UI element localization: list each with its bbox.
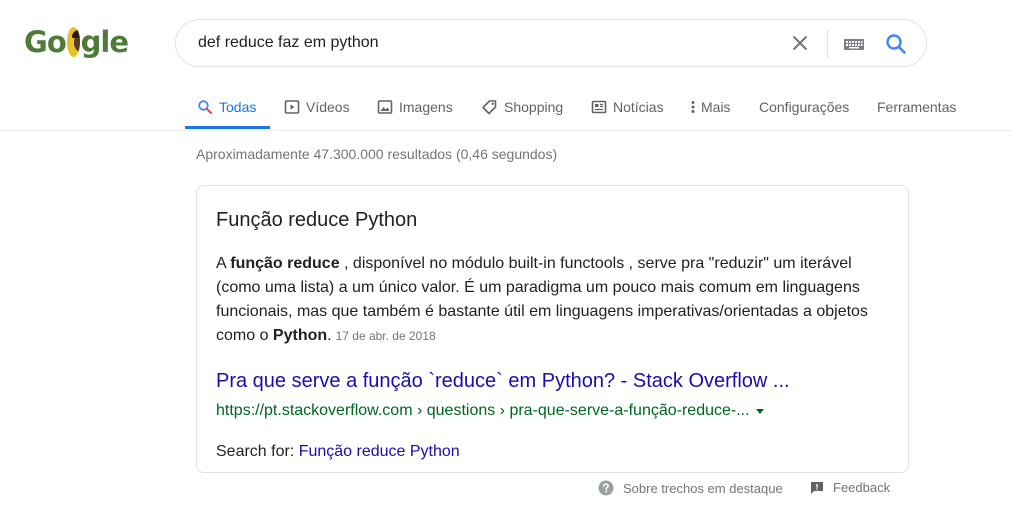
tab-tools[interactable]: Ferramentas xyxy=(877,86,956,128)
tab-label: Imagens xyxy=(399,99,453,115)
search-button[interactable] xyxy=(883,31,909,57)
tab-label: Configurações xyxy=(759,99,850,115)
virtual-keyboard-button[interactable] xyxy=(842,34,866,54)
snippet-bold-text: função reduce xyxy=(230,255,340,272)
search-for: Search for: Função reduce Python xyxy=(216,443,460,461)
result-url-text: https://pt.stackoverflow.com › questions… xyxy=(216,402,750,419)
feedback-label: Feedback xyxy=(833,480,891,495)
help-icon xyxy=(598,480,614,496)
featured-snippet: Função reduce Python A função reduce , d… xyxy=(196,185,909,473)
search-icon xyxy=(886,34,906,54)
search-for-link[interactable]: Função reduce Python xyxy=(299,443,460,460)
url-menu-caret-icon[interactable] xyxy=(755,408,764,414)
logo-letter: o xyxy=(46,25,67,59)
tab-label: Mais xyxy=(701,99,731,115)
search-bar xyxy=(175,19,927,67)
about-label: Sobre trechos em destaque xyxy=(623,480,783,496)
tab-more[interactable]: Mais xyxy=(689,86,731,128)
search-tabs: Todas Vídeos Imagens Shopping Notícias M… xyxy=(0,86,1012,131)
search-input[interactable] xyxy=(198,20,758,66)
search-icon xyxy=(198,100,212,114)
search-for-label: Search for: xyxy=(216,443,299,460)
result-link[interactable]: Pra que serve a função `reduce` em Pytho… xyxy=(216,370,790,393)
doodle-portrait-icon xyxy=(66,27,80,57)
tab-all[interactable]: Todas xyxy=(197,86,256,128)
snippet-bold-text: Python xyxy=(272,327,328,344)
about-featured-snippets-link[interactable]: Sobre trechos em destaque xyxy=(598,480,783,496)
feedback-icon xyxy=(811,481,823,494)
logo-letter: G xyxy=(24,25,48,59)
tab-shopping[interactable]: Shopping xyxy=(481,86,563,128)
snippet-body: A função reduce , disponível no módulo b… xyxy=(216,252,896,348)
google-logo[interactable]: G o g l e xyxy=(24,22,129,62)
tab-label: Vídeos xyxy=(306,99,350,115)
news-icon xyxy=(591,100,607,114)
clear-search-button[interactable] xyxy=(788,31,812,55)
result-stats: Aproximadamente 47.300.000 resultados (0… xyxy=(196,146,558,162)
tab-settings[interactable]: Configurações xyxy=(759,86,849,128)
feedback-link[interactable]: Feedback xyxy=(810,480,890,495)
snippet-title: Função reduce Python xyxy=(216,209,418,231)
snippet-text: A xyxy=(216,255,231,272)
keyboard-icon xyxy=(844,39,864,50)
result-url: https://pt.stackoverflow.com › questions… xyxy=(216,402,764,420)
tab-label: Notícias xyxy=(613,99,664,115)
image-icon xyxy=(377,100,393,114)
logo-letter: e xyxy=(109,25,129,59)
tab-label: Todas xyxy=(219,99,257,115)
divider xyxy=(827,30,828,58)
close-icon xyxy=(793,36,807,50)
tab-label: Shopping xyxy=(504,99,564,115)
tab-videos[interactable]: Vídeos xyxy=(284,86,350,128)
logo-letter: l xyxy=(100,25,110,59)
tab-images[interactable]: Imagens xyxy=(377,86,453,128)
tag-icon xyxy=(482,100,497,115)
more-vert-icon xyxy=(691,101,695,113)
active-tab-indicator xyxy=(185,126,270,129)
logo-letter: g xyxy=(80,25,102,59)
snippet-date: 17 de abr. de 2018 xyxy=(335,329,436,343)
video-icon xyxy=(284,100,300,114)
tab-news[interactable]: Notícias xyxy=(591,86,664,128)
tab-label: Ferramentas xyxy=(877,99,957,115)
snippet-text: . xyxy=(327,327,332,344)
